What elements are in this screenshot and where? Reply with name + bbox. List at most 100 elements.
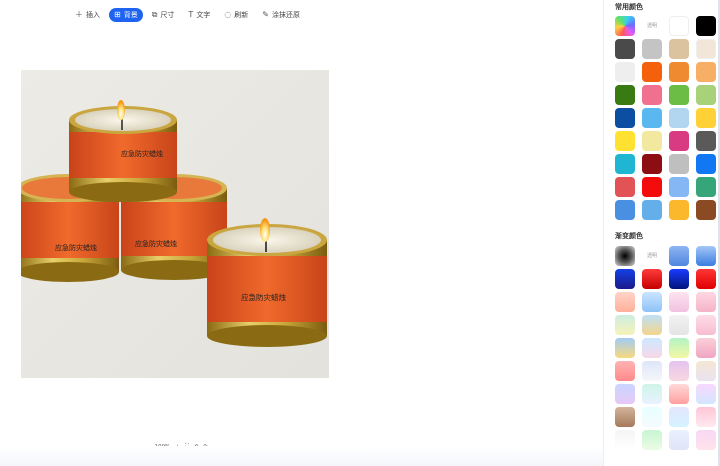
common-color-swatch[interactable] bbox=[615, 131, 635, 151]
common-color-swatch[interactable] bbox=[615, 62, 635, 82]
refresh-label: 刷新 bbox=[234, 11, 249, 19]
gradient-color-swatch[interactable] bbox=[669, 384, 689, 404]
common-color-swatch[interactable] bbox=[642, 39, 662, 59]
gradient-color-swatch[interactable] bbox=[642, 269, 662, 289]
gradient-color-swatch[interactable] bbox=[696, 430, 716, 450]
common-color-swatch[interactable] bbox=[696, 16, 716, 36]
resize-icon: ⧉ bbox=[151, 10, 158, 19]
zoom-value: 100% bbox=[154, 443, 171, 450]
common-color-swatch[interactable] bbox=[669, 200, 689, 220]
redo-icon[interactable]: ↷ bbox=[203, 444, 208, 450]
common-color-swatch[interactable] bbox=[669, 131, 689, 151]
common-color-swatch[interactable] bbox=[615, 200, 635, 220]
common-color-swatch[interactable] bbox=[696, 85, 716, 105]
gradient-color-swatch[interactable] bbox=[615, 407, 635, 427]
common-color-swatch[interactable] bbox=[669, 108, 689, 128]
gradient-color-swatch[interactable] bbox=[642, 407, 662, 427]
common-color-swatch[interactable] bbox=[642, 62, 662, 82]
common-color-swatch[interactable] bbox=[696, 39, 716, 59]
gradient-color-swatch[interactable] bbox=[669, 269, 689, 289]
common-color-swatch[interactable] bbox=[669, 154, 689, 174]
background-label: 背景 bbox=[123, 11, 138, 19]
background-button[interactable]: ⊞ 背景 bbox=[109, 8, 143, 22]
undo-icon[interactable]: ↶ bbox=[194, 444, 199, 450]
zoom-in-button[interactable]: + bbox=[175, 444, 180, 450]
common-color-swatch[interactable] bbox=[642, 154, 662, 174]
gradient-color-swatch[interactable] bbox=[642, 384, 662, 404]
common-color-swatch[interactable] bbox=[615, 108, 635, 128]
gradient-color-swatch[interactable] bbox=[696, 407, 716, 427]
zoom-bar: − 100% + ⛶ ↶ ↷ bbox=[141, 440, 213, 453]
erase-restore-label: 涂抹还原 bbox=[272, 11, 300, 19]
common-color-swatch[interactable] bbox=[696, 200, 716, 220]
candle-label-1: 应急防灾蜡烛 bbox=[55, 243, 97, 252]
gradient-color-swatch[interactable] bbox=[615, 246, 635, 266]
gradient-color-swatch[interactable] bbox=[615, 361, 635, 381]
editor-toolbar: ＋ 插入 ⊞ 背景 ⧉ 尺寸 T 文字 ◌ 刷新 ✎ 涂抹还原 bbox=[66, 6, 309, 24]
common-color-swatch[interactable] bbox=[669, 85, 689, 105]
grid-icon: ⊞ bbox=[114, 10, 121, 19]
gradient-color-swatch[interactable] bbox=[642, 430, 662, 450]
gradient-color-swatch[interactable] bbox=[669, 338, 689, 358]
brush-icon: ✎ bbox=[262, 10, 269, 19]
common-color-swatch[interactable] bbox=[669, 39, 689, 59]
common-color-swatch[interactable] bbox=[642, 200, 662, 220]
common-color-swatch[interactable] bbox=[669, 177, 689, 197]
plus-icon: ＋ bbox=[75, 10, 83, 19]
product-photo[interactable]: 应急防灾蜡烛 应急防灾蜡烛 应急防灾蜡烛 应急防灾蜡烛 bbox=[21, 70, 329, 378]
common-color-swatch[interactable] bbox=[696, 177, 716, 197]
gradient-color-swatch[interactable] bbox=[669, 430, 689, 450]
common-color-swatch[interactable] bbox=[669, 62, 689, 82]
gradient-color-swatch[interactable] bbox=[696, 292, 716, 312]
gradient-color-swatch[interactable] bbox=[696, 361, 716, 381]
size-button[interactable]: ⧉ 尺寸 bbox=[147, 8, 180, 22]
gradient-color-swatch[interactable] bbox=[642, 338, 662, 358]
common-color-swatch[interactable] bbox=[642, 85, 662, 105]
candle-label-2: 应急防灾蜡烛 bbox=[135, 239, 177, 248]
common-color-swatch[interactable] bbox=[696, 131, 716, 151]
gradient-color-swatch[interactable] bbox=[642, 292, 662, 312]
gradient-color-swatch[interactable] bbox=[669, 315, 689, 335]
common-color-swatch[interactable] bbox=[696, 154, 716, 174]
gradient-color-swatch[interactable] bbox=[669, 361, 689, 381]
text-icon: T bbox=[188, 10, 194, 19]
gradient-color-swatch[interactable] bbox=[615, 292, 635, 312]
common-color-swatch[interactable] bbox=[669, 16, 689, 36]
common-color-swatch[interactable] bbox=[642, 131, 662, 151]
gradient-color-swatch[interactable] bbox=[669, 246, 689, 266]
gradient-color-swatch[interactable] bbox=[615, 338, 635, 358]
common-color-swatch[interactable] bbox=[696, 108, 716, 128]
gradient-color-swatch[interactable] bbox=[615, 315, 635, 335]
gradient-color-swatch[interactable] bbox=[669, 407, 689, 427]
gradient-color-swatch[interactable] bbox=[615, 384, 635, 404]
gradient-color-swatch[interactable] bbox=[669, 292, 689, 312]
erase-restore-button[interactable]: ✎ 涂抹还原 bbox=[257, 8, 305, 22]
refresh-button[interactable]: ◌ 刷新 bbox=[219, 8, 253, 22]
gradient-color-swatch[interactable] bbox=[615, 269, 635, 289]
common-color-swatch[interactable] bbox=[615, 39, 635, 59]
gradient-color-swatch[interactable]: 透明 bbox=[642, 246, 662, 266]
canvas-area[interactable]: ＋ 插入 ⊞ 背景 ⧉ 尺寸 T 文字 ◌ 刷新 ✎ 涂抹还原 应急防灾蜡烛 应… bbox=[0, 0, 603, 466]
gradient-color-swatch[interactable] bbox=[615, 430, 635, 450]
zoom-out-button[interactable]: − bbox=[145, 444, 150, 450]
insert-button[interactable]: ＋ 插入 bbox=[70, 8, 105, 22]
gradient-color-swatch[interactable] bbox=[696, 315, 716, 335]
gradient-color-swatch[interactable] bbox=[642, 361, 662, 381]
common-color-swatch[interactable] bbox=[642, 108, 662, 128]
gradient-color-swatch[interactable] bbox=[696, 269, 716, 289]
common-color-swatch[interactable] bbox=[615, 177, 635, 197]
common-color-swatch[interactable]: 透明 bbox=[642, 16, 662, 36]
fit-screen-icon[interactable]: ⛶ bbox=[185, 443, 189, 450]
common-color-swatch[interactable] bbox=[615, 16, 635, 36]
transparent-label: 透明 bbox=[646, 253, 657, 259]
common-color-swatch[interactable] bbox=[642, 177, 662, 197]
gradient-color-swatch[interactable] bbox=[696, 384, 716, 404]
common-color-swatch[interactable] bbox=[696, 62, 716, 82]
gradient-color-swatch[interactable] bbox=[696, 338, 716, 358]
color-panel: 常用颜色 渐变颜色 透明 透明 bbox=[603, 0, 720, 466]
gradient-color-swatch[interactable] bbox=[642, 315, 662, 335]
common-color-swatch[interactable] bbox=[615, 154, 635, 174]
common-color-swatch[interactable] bbox=[615, 85, 635, 105]
text-button[interactable]: T 文字 bbox=[183, 8, 215, 22]
gradient-color-swatch[interactable] bbox=[696, 246, 716, 266]
